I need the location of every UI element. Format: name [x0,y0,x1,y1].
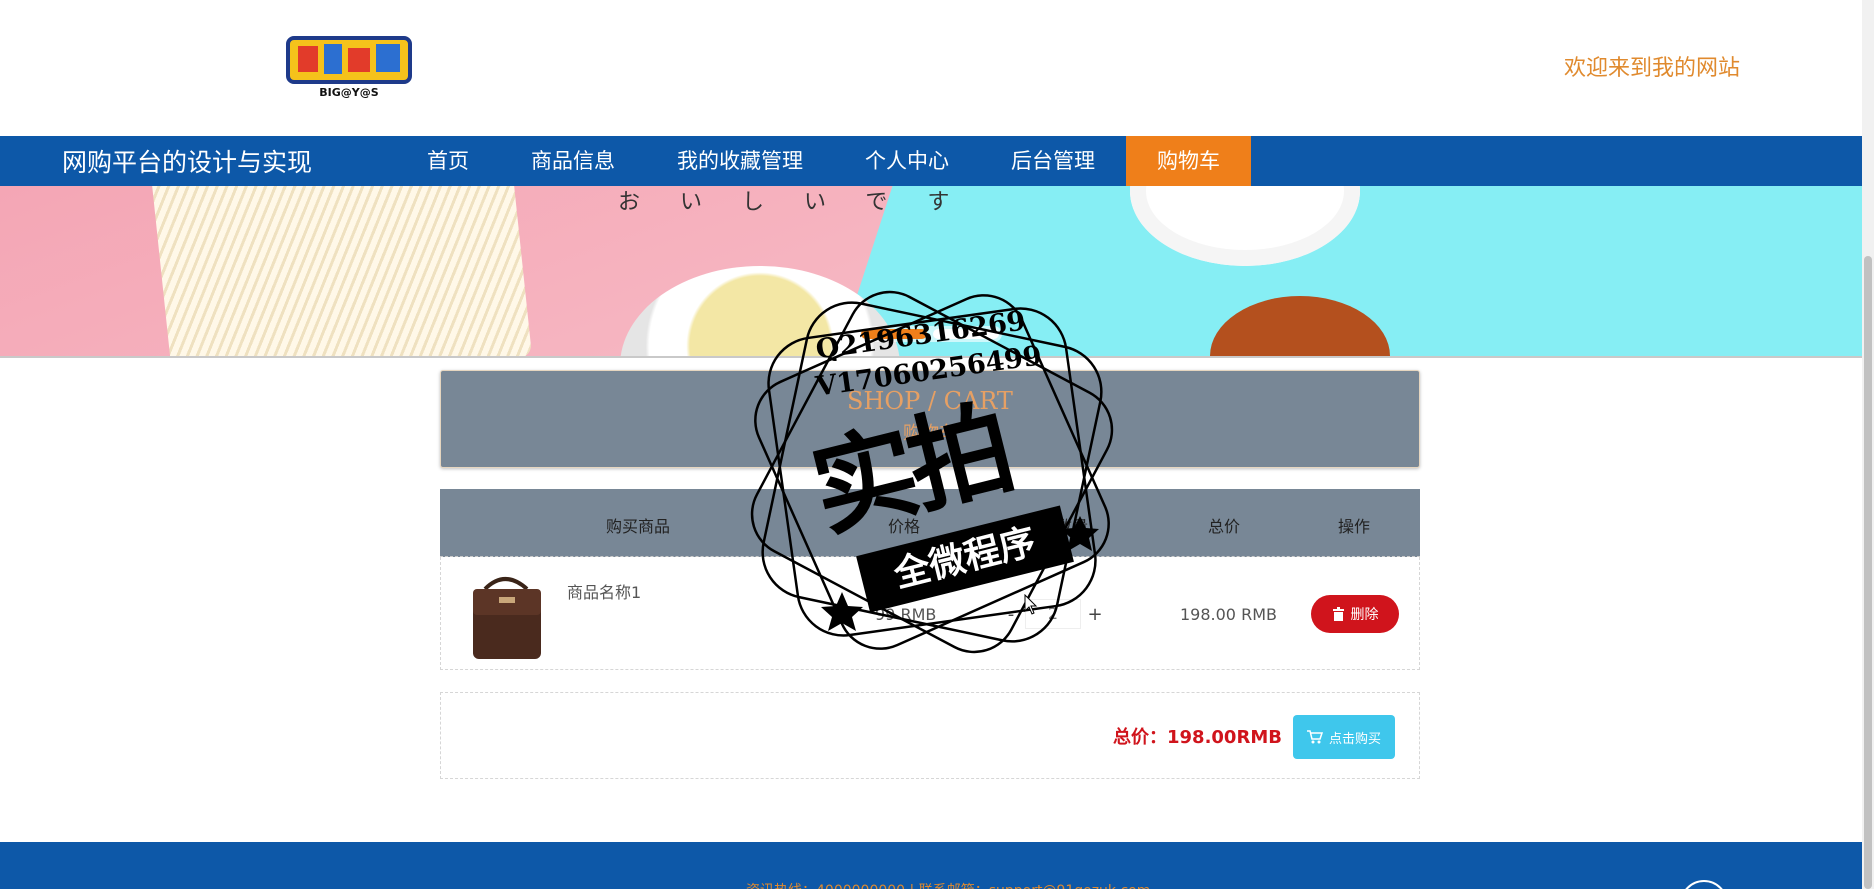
delete-button[interactable]: 删除 [1311,595,1399,633]
qty-decrease-button[interactable]: - [997,604,1025,625]
product-name[interactable]: 商品名称1 [567,579,641,603]
welcome-text: 欢迎来到我的网站 [1563,56,1740,81]
cart-total-label: 总价：198.00RMB [1113,727,1282,748]
qty-increase-button[interactable]: + [1081,604,1109,625]
cart-icon [1306,730,1323,744]
column-product: 购买商品 [606,517,671,536]
footer-circle-icon[interactable] [1680,880,1728,889]
site-logo[interactable]: BIG@Y@S [284,36,414,102]
top-header: BIG@Y@S 欢迎来到我的网站 [0,0,1862,136]
footer: 资讯热线：4000000000 | 联系邮箱：support@91gozuk.c… [0,842,1862,889]
quantity-stepper: - 2 + [997,597,1109,631]
nav-item-products[interactable]: 商品信息 [500,136,646,186]
main-nav: 网购平台的设计与实现 首页 商品信息 我的收藏管理 个人中心 后台管理 购物车 [0,136,1862,186]
row-total: 198.00 RMB [1180,605,1277,624]
scrollbar-thumb[interactable] [1864,256,1872,889]
footer-contact: 资讯热线：4000000000 | 联系邮箱：support@91gozuk.c… [746,880,1150,889]
mouse-cursor-icon [1024,594,1038,615]
cart-summary: 总价：198.00RMB 点击购买 [440,692,1420,779]
product-thumbnail[interactable] [455,567,555,663]
banner-slogan: おいしいです [618,190,990,215]
buy-button[interactable]: 点击购买 [1293,715,1395,759]
column-total: 总价 [1208,517,1241,536]
nav-item-favorites[interactable]: 我的收藏管理 [646,136,834,186]
column-action: 操作 [1338,517,1371,536]
nav-item-profile[interactable]: 个人中心 [834,136,980,186]
banner-noodles-image [147,186,533,356]
nav-item-admin[interactable]: 后台管理 [980,136,1126,186]
buy-label: 点击购买 [1328,731,1381,747]
nav-item-cart[interactable]: 购物车 [1126,136,1251,186]
trash-icon [1332,607,1344,621]
nav-item-home[interactable]: 首页 [396,136,500,186]
site-title[interactable]: 网购平台的设计与实现 [62,143,396,179]
delete-label: 删除 [1350,607,1379,623]
svg-text:BIG@Y@S: BIG@Y@S [319,86,378,99]
